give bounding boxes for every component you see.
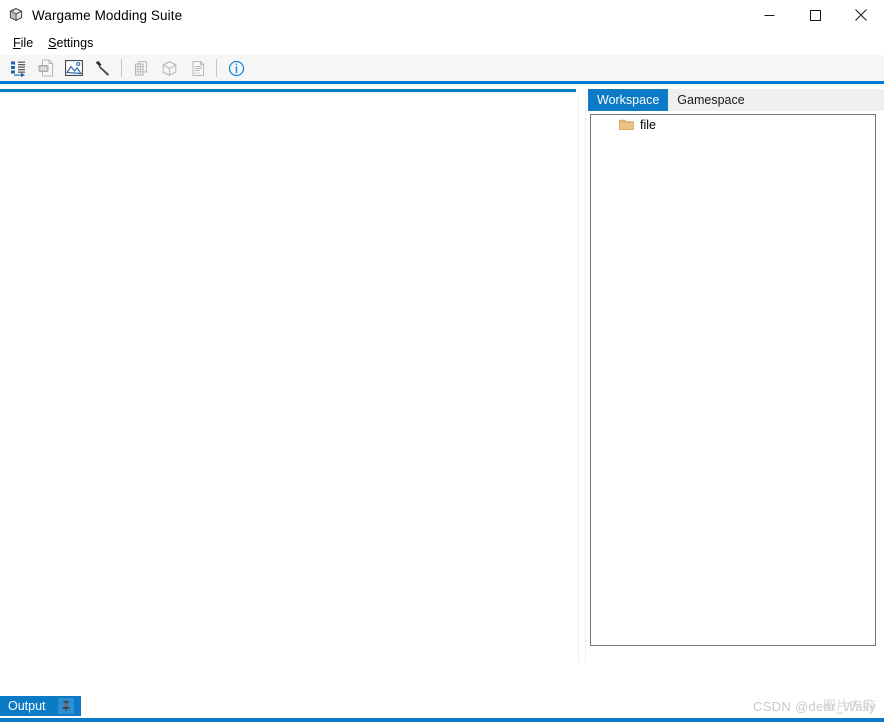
tab-output[interactable]: Output [0, 696, 81, 716]
maximize-icon[interactable] [792, 0, 838, 30]
workspace-tree[interactable]: file [590, 114, 876, 646]
cube-box-icon [8, 7, 24, 23]
toolbar-separator [121, 59, 122, 77]
tab-gamespace[interactable]: Gamespace [668, 89, 754, 111]
toolbar [0, 55, 884, 84]
editor-pane [0, 84, 576, 662]
vertical-splitter[interactable] [578, 92, 586, 662]
pin-icon[interactable] [57, 698, 74, 714]
table-copy-icon[interactable] [128, 56, 154, 80]
output-dock-accent-line [0, 718, 884, 722]
menu-item-file[interactable]: File [6, 33, 41, 53]
main-body: Workspace Gamespace file Output CSDN @de… [0, 84, 884, 722]
minimize-icon[interactable] [746, 0, 792, 30]
title-bar: Wargame Modding Suite [0, 0, 884, 30]
output-tab-label: Output [8, 699, 46, 713]
right-dock-tabstrip: Workspace Gamespace [588, 89, 884, 111]
menu-item-settings[interactable]: Settings [41, 33, 101, 53]
import-data-icon[interactable] [5, 56, 31, 80]
menu-bar: File Settings [0, 30, 884, 55]
editor-pane-surface[interactable] [0, 92, 576, 662]
folder-icon [619, 118, 634, 131]
right-dock-panel: Workspace Gamespace file [588, 89, 884, 662]
close-icon[interactable] [838, 0, 884, 30]
text-file-icon[interactable] [184, 56, 210, 80]
tree-item-label: file [640, 117, 656, 132]
export-file-icon[interactable] [33, 56, 59, 80]
info-circle-icon[interactable] [223, 56, 249, 80]
menu-item-settings-rest: ettings [56, 35, 94, 50]
menu-item-file-rest: ile [20, 35, 34, 50]
window-controls [746, 0, 884, 30]
tabstrip-filler [753, 89, 884, 111]
cube-icon[interactable] [156, 56, 182, 80]
tab-workspace[interactable]: Workspace [588, 89, 669, 111]
toolbar-separator [216, 59, 217, 77]
image-icon[interactable] [61, 56, 87, 80]
tree-item-file[interactable]: file [591, 115, 875, 134]
wrench-icon[interactable] [89, 56, 115, 80]
window-title: Wargame Modding Suite [32, 7, 183, 23]
